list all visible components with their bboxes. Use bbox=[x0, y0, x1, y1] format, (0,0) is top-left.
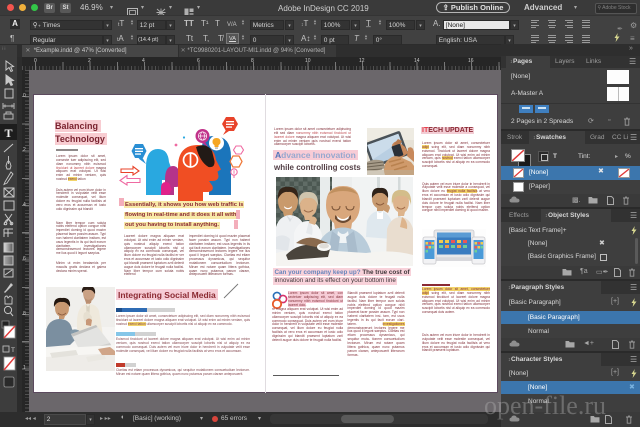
svg-text:T: T bbox=[4, 126, 12, 140]
svg-text:T: T bbox=[11, 347, 15, 354]
